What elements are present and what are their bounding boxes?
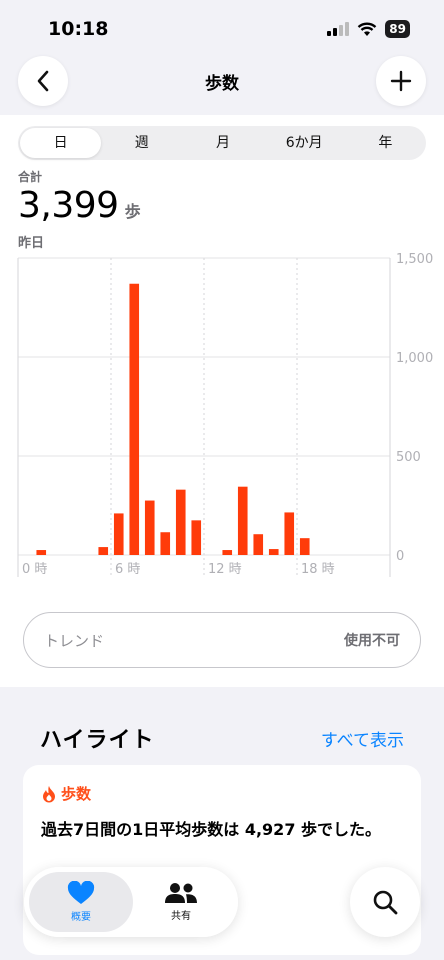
summary-value: 3,399 [18,185,119,226]
x-tick-label: 6 時 [115,562,140,577]
trend-label: トレンド [44,631,105,650]
segment-day[interactable]: 日 [20,128,102,158]
add-button[interactable] [376,56,426,106]
chart-bar [175,489,186,555]
tab-bar: 概要 共有 [24,867,238,937]
chart-bar [268,549,279,555]
status-bar: 10:18 89 [0,0,444,56]
chart-bar [222,550,233,555]
highlights-title: ハイライト [40,728,155,753]
steps-card: 日 週 月 6か月 年 合計 3,399 歩 昨日 1,500 1,000 500 0 0… [0,115,444,687]
summary-date: 昨日 [18,236,45,251]
y-tick-label: 1,500 [396,253,433,267]
highlight-tag-label: 歩数 [61,785,92,803]
chart-bar [284,512,295,555]
wifi-icon [358,22,377,36]
y-tick-label: 0 [396,549,404,564]
highlight-text: 過去7日間の1日平均歩数は 4,927 歩でした。 [41,820,382,839]
y-tick-label: 500 [396,450,421,465]
chart-bar [253,534,264,555]
chart-bar [98,547,109,555]
search-button[interactable] [350,867,420,937]
segment-year[interactable]: 年 [345,128,426,158]
chart-bar [144,500,155,555]
plus-icon [390,70,412,92]
segment-6month[interactable]: 6か月 [264,128,345,158]
x-tick-label: 12 時 [208,562,242,577]
show-all-link[interactable]: すべて表示 [321,726,404,751]
summary-total: 3,399 歩 [18,185,141,226]
x-tick-label: 18 時 [301,562,335,577]
chart-bar [299,538,310,555]
chart-bar [36,550,47,555]
chart-bar [191,520,202,555]
tab-share[interactable]: 共有 [129,872,233,932]
tab-summary[interactable]: 概要 [29,872,133,932]
status-icons: 89 [327,20,410,38]
trend-value: 使用不可 [344,633,400,649]
summary-unit: 歩 [124,202,141,221]
trend-row[interactable]: トレンド 使用不可 [23,612,421,668]
chart-bar [237,486,248,555]
heart-icon [67,881,95,904]
x-tick-label: 0 時 [22,562,47,577]
nav-bar: 歩数 [0,56,444,112]
chart-bar [160,532,171,555]
segment-month[interactable]: 月 [182,128,263,158]
segment-week[interactable]: 週 [101,128,182,158]
people-icon [165,883,197,903]
summary-label: 合計 [18,170,43,184]
steps-chart[interactable]: 1,500 1,000 500 0 0 時 6 時 12 時 18 時 [0,253,444,583]
flame-icon [43,785,55,802]
highlight-tag: 歩数 [41,783,91,804]
search-icon [373,890,398,915]
range-segmented-control: 日 週 月 6か月 年 [18,126,426,160]
chart-bar [113,513,124,555]
battery-indicator: 89 [385,20,410,38]
tab-share-label: 共有 [171,911,191,922]
chart-bar [129,283,140,555]
tab-summary-label: 概要 [71,912,91,923]
signal-icon [327,22,350,36]
y-tick-label: 1,000 [396,351,433,366]
status-time: 10:18 [48,18,109,40]
